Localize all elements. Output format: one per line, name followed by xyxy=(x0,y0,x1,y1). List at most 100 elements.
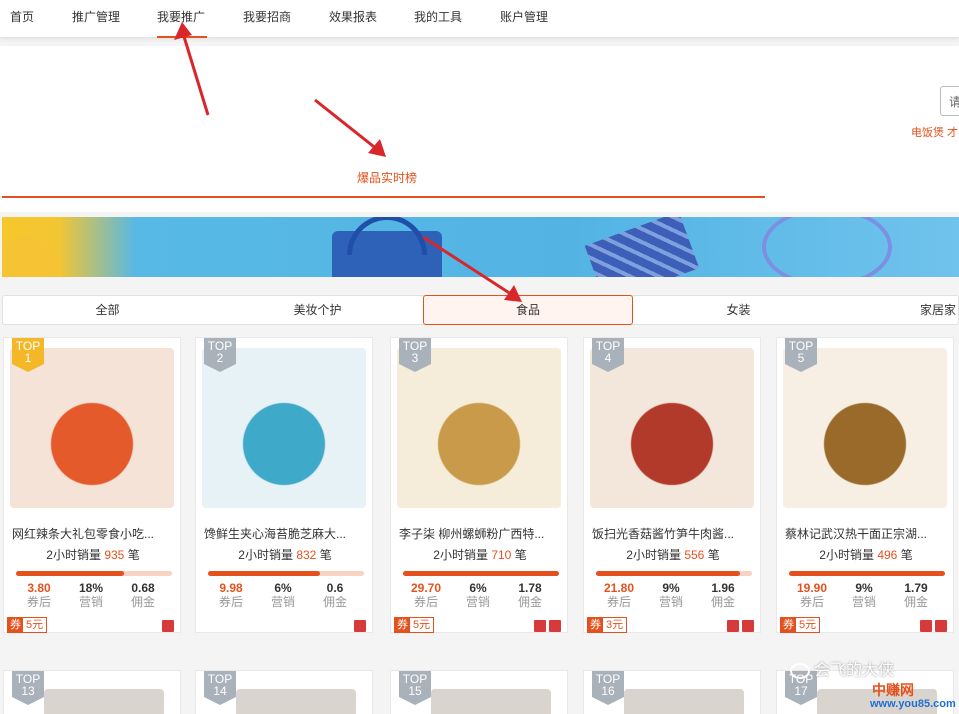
sales-prefix: 2小时销量 xyxy=(238,548,293,562)
product-card[interactable]: TOP 4 饭扫光香菇酱竹笋牛肉酱... 2小时销量 556 笔 21.80 券后… xyxy=(583,337,761,633)
tab-food[interactable]: 食品 xyxy=(423,295,633,325)
banner-decor xyxy=(2,237,62,277)
marketing-label: 营销 xyxy=(465,595,490,609)
rank-number: 15 xyxy=(408,684,422,698)
shop-icon[interactable] xyxy=(920,620,932,632)
hot-search-words[interactable]: 电饭煲 才 xyxy=(911,124,958,140)
product-card[interactable]: TOP 14 xyxy=(195,670,373,714)
rank-badge: TOP 5 xyxy=(785,338,817,372)
product-image[interactable] xyxy=(44,689,164,714)
sales-number: 496 xyxy=(877,548,898,562)
nav-item-reports[interactable]: 效果报表 xyxy=(329,8,377,25)
product-image[interactable] xyxy=(624,689,744,714)
sales-count: 2小时销量 556 笔 xyxy=(584,546,762,563)
action-icons xyxy=(531,619,561,637)
product-title[interactable]: 蔡林记武汉热干面正宗湖... xyxy=(785,525,949,542)
price-label: 券后 xyxy=(218,595,243,609)
product-title[interactable]: 李子柒 柳州螺蛳粉广西特... xyxy=(399,525,563,542)
stat-price: 3.80 券后 xyxy=(14,581,64,609)
share-icon[interactable] xyxy=(549,620,561,632)
coupon-tag[interactable]: 券 5元 xyxy=(394,617,435,633)
tab-womens-clothing[interactable]: 女装 xyxy=(634,296,843,324)
coupon-tag[interactable]: 券 5元 xyxy=(780,617,821,633)
product-image[interactable] xyxy=(236,689,356,714)
product-card[interactable]: TOP 3 李子柒 柳州螺蛳粉广西特... 2小时销量 710 笔 29.70 券… xyxy=(390,337,568,633)
rank-badge: TOP 2 xyxy=(204,338,236,372)
tab-home[interactable]: 家居家 xyxy=(903,296,959,324)
sales-progress-fill xyxy=(16,571,124,576)
product-card[interactable]: TOP 5 蔡林记武汉热干面正宗湖... 2小时销量 496 笔 19.90 券后… xyxy=(776,337,954,633)
tab-all[interactable]: 全部 xyxy=(3,296,212,324)
product-card[interactable]: TOP 13 xyxy=(3,670,181,714)
shop-icon[interactable] xyxy=(534,620,546,632)
section-underline xyxy=(2,196,765,198)
sales-progress-fill xyxy=(596,571,740,576)
nav-active-indicator xyxy=(157,36,207,38)
nav-item-tools[interactable]: 我的工具 xyxy=(414,8,462,25)
wechat-icon xyxy=(790,662,810,679)
stat-price: 29.70 券后 xyxy=(401,581,451,609)
marketing-label: 营销 xyxy=(851,595,876,609)
product-image[interactable] xyxy=(397,348,561,508)
product-title[interactable]: 网红辣条大礼包零食小吃... xyxy=(12,525,176,542)
sales-progress-bar xyxy=(403,571,559,576)
product-image[interactable] xyxy=(202,348,366,508)
promo-banner[interactable] xyxy=(2,217,959,277)
product-title[interactable]: 饭扫光香菇酱竹笋牛肉酱... xyxy=(592,525,756,542)
product-image[interactable] xyxy=(431,689,551,714)
sales-number: 710 xyxy=(491,548,512,562)
search-input[interactable]: 请 xyxy=(940,86,959,116)
nav-item-promotion-management[interactable]: 推广管理 xyxy=(72,8,120,25)
marketing-value: 6% xyxy=(274,581,292,595)
rank-badge: TOP 3 xyxy=(399,338,431,372)
coupon-label: 券 xyxy=(395,618,410,632)
price-label: 券后 xyxy=(799,595,824,609)
nav-item-home[interactable]: 首页 xyxy=(10,8,34,25)
rank-badge: TOP 14 xyxy=(204,671,236,705)
commission-label: 佣金 xyxy=(322,595,347,609)
share-icon[interactable] xyxy=(935,620,947,632)
tab-beauty[interactable]: 美妆个护 xyxy=(213,296,422,324)
price-value: 19.90 xyxy=(796,581,828,595)
rank-badge: TOP 16 xyxy=(592,671,624,705)
product-image[interactable] xyxy=(590,348,754,508)
commission-label: 佣金 xyxy=(710,595,735,609)
share-icon[interactable] xyxy=(742,620,754,632)
sales-progress-fill xyxy=(208,571,321,576)
banner-tie-image xyxy=(584,217,700,277)
section-title-hot-ranking[interactable]: 爆品实时榜 xyxy=(357,169,417,186)
coupon-tag[interactable]: 券 5元 xyxy=(7,617,48,633)
product-title[interactable]: 馋鲜生夹心海苔脆芝麻大... xyxy=(204,525,368,542)
action-icons xyxy=(351,619,366,637)
marketing-value: 18% xyxy=(78,581,104,595)
rank-number: 14 xyxy=(213,684,227,698)
sales-count: 2小时销量 832 笔 xyxy=(196,546,374,563)
rank-number: 2 xyxy=(216,351,224,365)
product-card[interactable]: TOP 2 馋鲜生夹心海苔脆芝麻大... 2小时销量 832 笔 9.98 券后 … xyxy=(195,337,373,633)
shop-icon[interactable] xyxy=(354,620,366,632)
sales-count: 2小时销量 496 笔 xyxy=(777,546,955,563)
marketing-value: 9% xyxy=(662,581,680,595)
rank-number: 1 xyxy=(24,351,32,365)
sales-progress-bar xyxy=(596,571,752,576)
nav-item-merchant[interactable]: 我要招商 xyxy=(243,8,291,25)
product-image[interactable] xyxy=(783,348,947,508)
commission-label: 佣金 xyxy=(903,595,928,609)
sales-prefix: 2小时销量 xyxy=(819,548,874,562)
shop-icon[interactable] xyxy=(162,620,174,632)
nav-item-promote[interactable]: 我要推广 xyxy=(157,8,205,25)
product-image[interactable] xyxy=(10,348,174,508)
product-card[interactable]: TOP 1 网红辣条大礼包零食小吃... 2小时销量 935 笔 3.80 券后 … xyxy=(3,337,181,633)
coupon-amount: 5元 xyxy=(413,619,431,631)
sales-count: 2小时销量 710 笔 xyxy=(391,546,569,563)
coupon-tag[interactable]: 券 3元 xyxy=(587,617,628,633)
product-card[interactable]: TOP 16 xyxy=(583,670,761,714)
sales-suffix: 笔 xyxy=(707,548,720,562)
rank-number: 3 xyxy=(411,351,419,365)
stat-marketing: 6% 营销 xyxy=(453,581,503,609)
nav-item-account[interactable]: 账户管理 xyxy=(500,8,548,25)
header-area xyxy=(0,46,959,212)
commission-value: 1.96 xyxy=(711,581,735,595)
product-card[interactable]: TOP 15 xyxy=(390,670,568,714)
shop-icon[interactable] xyxy=(727,620,739,632)
